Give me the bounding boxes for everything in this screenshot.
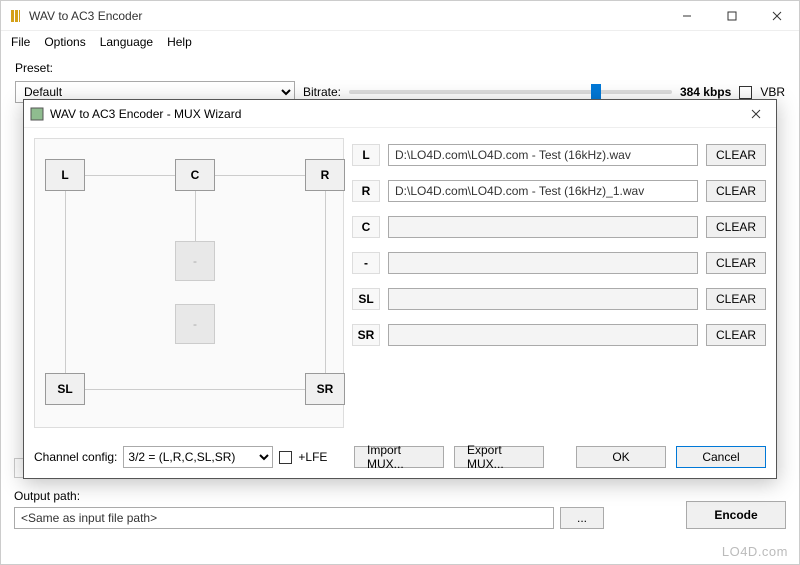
dialog-titlebar: WAV to AC3 Encoder - MUX Wizard bbox=[24, 100, 776, 128]
app-logo-icon bbox=[9, 9, 23, 23]
channel-input-SR[interactable] bbox=[388, 324, 698, 346]
channel-input-R[interactable]: D:\LO4D.com\LO4D.com - Test (16kHz)_1.wa… bbox=[388, 180, 698, 202]
clear-button-R[interactable]: CLEAR bbox=[706, 180, 766, 202]
bitrate-slider[interactable] bbox=[349, 90, 672, 94]
channel-input-SL[interactable] bbox=[388, 288, 698, 310]
channel-config-select[interactable]: 3/2 = (L,R,C,SL,SR) bbox=[123, 446, 273, 468]
dialog-footer: Channel config: 3/2 = (L,R,C,SL,SR) +LFE… bbox=[24, 438, 776, 478]
channel-label: R bbox=[352, 180, 380, 202]
channel-label: L bbox=[352, 144, 380, 166]
channel-row-R: R D:\LO4D.com\LO4D.com - Test (16kHz)_1.… bbox=[352, 178, 766, 204]
speaker-C[interactable]: C bbox=[175, 159, 215, 191]
channel-label: C bbox=[352, 216, 380, 238]
bitrate-value: 384 kbps bbox=[680, 85, 731, 99]
clear-button-SL[interactable]: CLEAR bbox=[706, 288, 766, 310]
clear-button-LFE[interactable]: CLEAR bbox=[706, 252, 766, 274]
export-mux-button[interactable]: Export MUX... bbox=[454, 446, 544, 468]
encode-button[interactable]: Encode bbox=[686, 501, 786, 529]
output-area: Output path: <Same as input file path> .… bbox=[14, 489, 786, 529]
preset-label: Preset: bbox=[15, 61, 53, 75]
cancel-button[interactable]: Cancel bbox=[676, 446, 766, 468]
close-button[interactable] bbox=[754, 1, 799, 31]
window-title: WAV to AC3 Encoder bbox=[29, 9, 664, 23]
lfe-label: +LFE bbox=[298, 450, 327, 464]
speaker-SR[interactable]: SR bbox=[305, 373, 345, 405]
speaker-mid-2[interactable]: - bbox=[175, 304, 215, 344]
channel-row-SL: SL CLEAR bbox=[352, 286, 766, 312]
dialog-close-button[interactable] bbox=[736, 100, 776, 128]
browse-button[interactable]: ... bbox=[560, 507, 604, 529]
channel-input-LFE[interactable] bbox=[388, 252, 698, 274]
output-label: Output path: bbox=[14, 489, 786, 503]
menu-language[interactable]: Language bbox=[94, 33, 159, 51]
watermark: LO4D.com bbox=[722, 544, 788, 559]
channel-label: SR bbox=[352, 324, 380, 346]
dialog-icon bbox=[30, 107, 44, 121]
speaker-mid-1[interactable]: - bbox=[175, 241, 215, 281]
menu-options[interactable]: Options bbox=[38, 33, 91, 51]
channel-label: - bbox=[352, 252, 380, 274]
channel-assignment-panel: L D:\LO4D.com\LO4D.com - Test (16kHz).wa… bbox=[352, 138, 766, 428]
lfe-checkbox[interactable] bbox=[279, 451, 292, 464]
speaker-SL[interactable]: SL bbox=[45, 373, 85, 405]
channel-label: SL bbox=[352, 288, 380, 310]
channel-row-C: C CLEAR bbox=[352, 214, 766, 240]
window-controls bbox=[664, 1, 799, 31]
titlebar: WAV to AC3 Encoder bbox=[1, 1, 799, 31]
channel-row-L: L D:\LO4D.com\LO4D.com - Test (16kHz).wa… bbox=[352, 142, 766, 168]
import-mux-button[interactable]: Import MUX... bbox=[354, 446, 444, 468]
speaker-R[interactable]: R bbox=[305, 159, 345, 191]
clear-button-C[interactable]: CLEAR bbox=[706, 216, 766, 238]
dialog-title: WAV to AC3 Encoder - MUX Wizard bbox=[50, 107, 736, 121]
channel-config-label: Channel config: bbox=[34, 450, 117, 464]
channel-input-C[interactable] bbox=[388, 216, 698, 238]
maximize-button[interactable] bbox=[709, 1, 754, 31]
bitrate-label: Bitrate: bbox=[303, 85, 341, 99]
bitrate-slider-thumb[interactable] bbox=[591, 84, 601, 100]
channel-input-L[interactable]: D:\LO4D.com\LO4D.com - Test (16kHz).wav bbox=[388, 144, 698, 166]
minimize-button[interactable] bbox=[664, 1, 709, 31]
speaker-layout-panel: L C R - - SL SR bbox=[34, 138, 344, 428]
menu-file[interactable]: File bbox=[5, 33, 36, 51]
vbr-checkbox[interactable] bbox=[739, 86, 752, 99]
clear-button-SR[interactable]: CLEAR bbox=[706, 324, 766, 346]
speaker-L[interactable]: L bbox=[45, 159, 85, 191]
clear-button-L[interactable]: CLEAR bbox=[706, 144, 766, 166]
menubar: File Options Language Help bbox=[1, 31, 799, 53]
vbr-label: VBR bbox=[760, 85, 785, 99]
output-path-field[interactable]: <Same as input file path> bbox=[14, 507, 554, 529]
menu-help[interactable]: Help bbox=[161, 33, 198, 51]
channel-row-LFE: - CLEAR bbox=[352, 250, 766, 276]
channel-row-SR: SR CLEAR bbox=[352, 322, 766, 348]
mux-wizard-dialog: WAV to AC3 Encoder - MUX Wizard L C R - … bbox=[23, 99, 777, 479]
ok-button[interactable]: OK bbox=[576, 446, 666, 468]
